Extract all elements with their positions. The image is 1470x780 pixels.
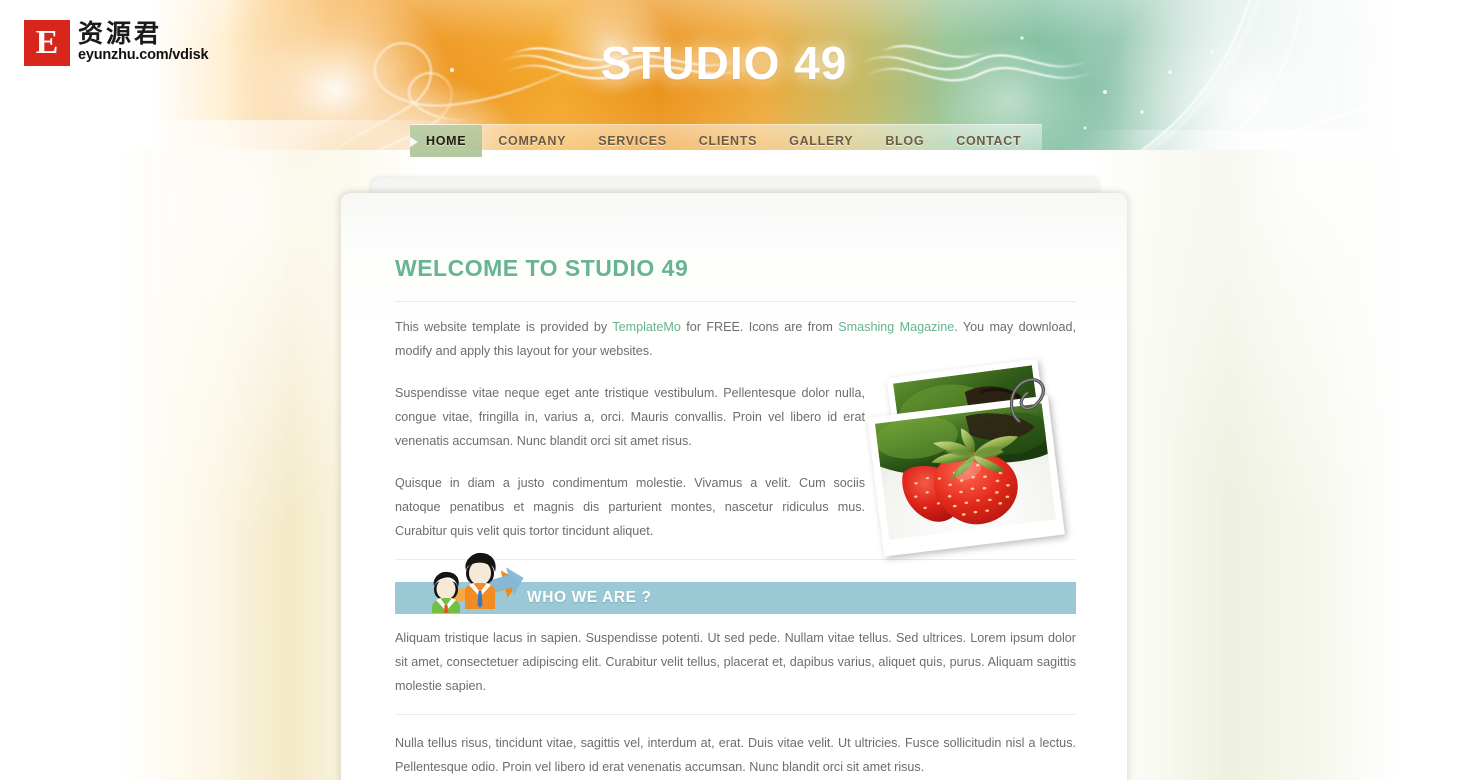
left-text-column: Suspendisse vitae neque eget ante tristi… bbox=[395, 381, 865, 543]
intro-paragraph: This website template is provided by Tem… bbox=[395, 302, 1076, 363]
paragraph-1: Suspendisse vitae neque eget ante tristi… bbox=[395, 386, 865, 448]
main-navigation[interactable]: HOME COMPANY SERVICES CLIENTS GALLERY BL… bbox=[410, 124, 1042, 158]
templatemo-link[interactable]: TemplateMo bbox=[612, 320, 681, 334]
nav-item-contact[interactable]: CONTACT bbox=[940, 125, 1037, 157]
logo-chinese-name: 资源君 bbox=[78, 19, 163, 48]
page-root: STUDIO 49 E 资源君 eyunzhu.com/vdisk HOME C… bbox=[0, 0, 1470, 780]
logo-url: eyunzhu.com/vdisk bbox=[78, 47, 209, 64]
page-title: WELCOME TO STUDIO 49 bbox=[395, 255, 689, 281]
nav-item-clients[interactable]: CLIENTS bbox=[683, 125, 773, 157]
site-logo[interactable]: E 资源君 eyunzhu.com/vdisk bbox=[24, 19, 209, 66]
section-header-who-we-are: WHO WE ARE ? bbox=[395, 552, 1076, 614]
logo-mark-icon: E bbox=[24, 20, 70, 66]
nav-item-company[interactable]: COMPANY bbox=[482, 125, 582, 157]
paragraph-3: Aliquam tristique lacus in sapien. Suspe… bbox=[395, 631, 1076, 693]
paperclip-icon bbox=[1009, 378, 1045, 423]
intro-part-2: for FREE. Icons are from bbox=[680, 320, 839, 334]
photo-stack[interactable] bbox=[867, 358, 1083, 557]
people-icon bbox=[432, 552, 524, 613]
nav-item-services[interactable]: SERVICES bbox=[582, 125, 683, 157]
paragraph-4: Nulla tellus risus, tincidunt vitae, sag… bbox=[395, 736, 1076, 774]
logo-text-block: 资源君 eyunzhu.com/vdisk bbox=[78, 19, 209, 64]
who-we-are-body: Aliquam tristique lacus in sapien. Suspe… bbox=[395, 614, 1076, 779]
nav-item-home[interactable]: HOME bbox=[410, 125, 483, 157]
section-title: WHO WE ARE ? bbox=[527, 589, 652, 606]
site-title: STUDIO 49 bbox=[0, 36, 1470, 90]
nav-item-gallery[interactable]: GALLERY bbox=[773, 125, 869, 157]
intro-part-1: This website template is provided by bbox=[395, 320, 613, 334]
paragraph-divider bbox=[395, 714, 1076, 715]
paragraph-2: Quisque in diam a justo condimentum mole… bbox=[395, 476, 865, 538]
nav-item-blog[interactable]: BLOG bbox=[869, 125, 940, 157]
site-title-text: STUDIO 49 bbox=[600, 37, 848, 89]
logo-letter: E bbox=[35, 24, 59, 61]
nav-pointer-icon bbox=[410, 137, 418, 147]
smashing-magazine-link[interactable]: Smashing Magazine bbox=[838, 320, 954, 334]
